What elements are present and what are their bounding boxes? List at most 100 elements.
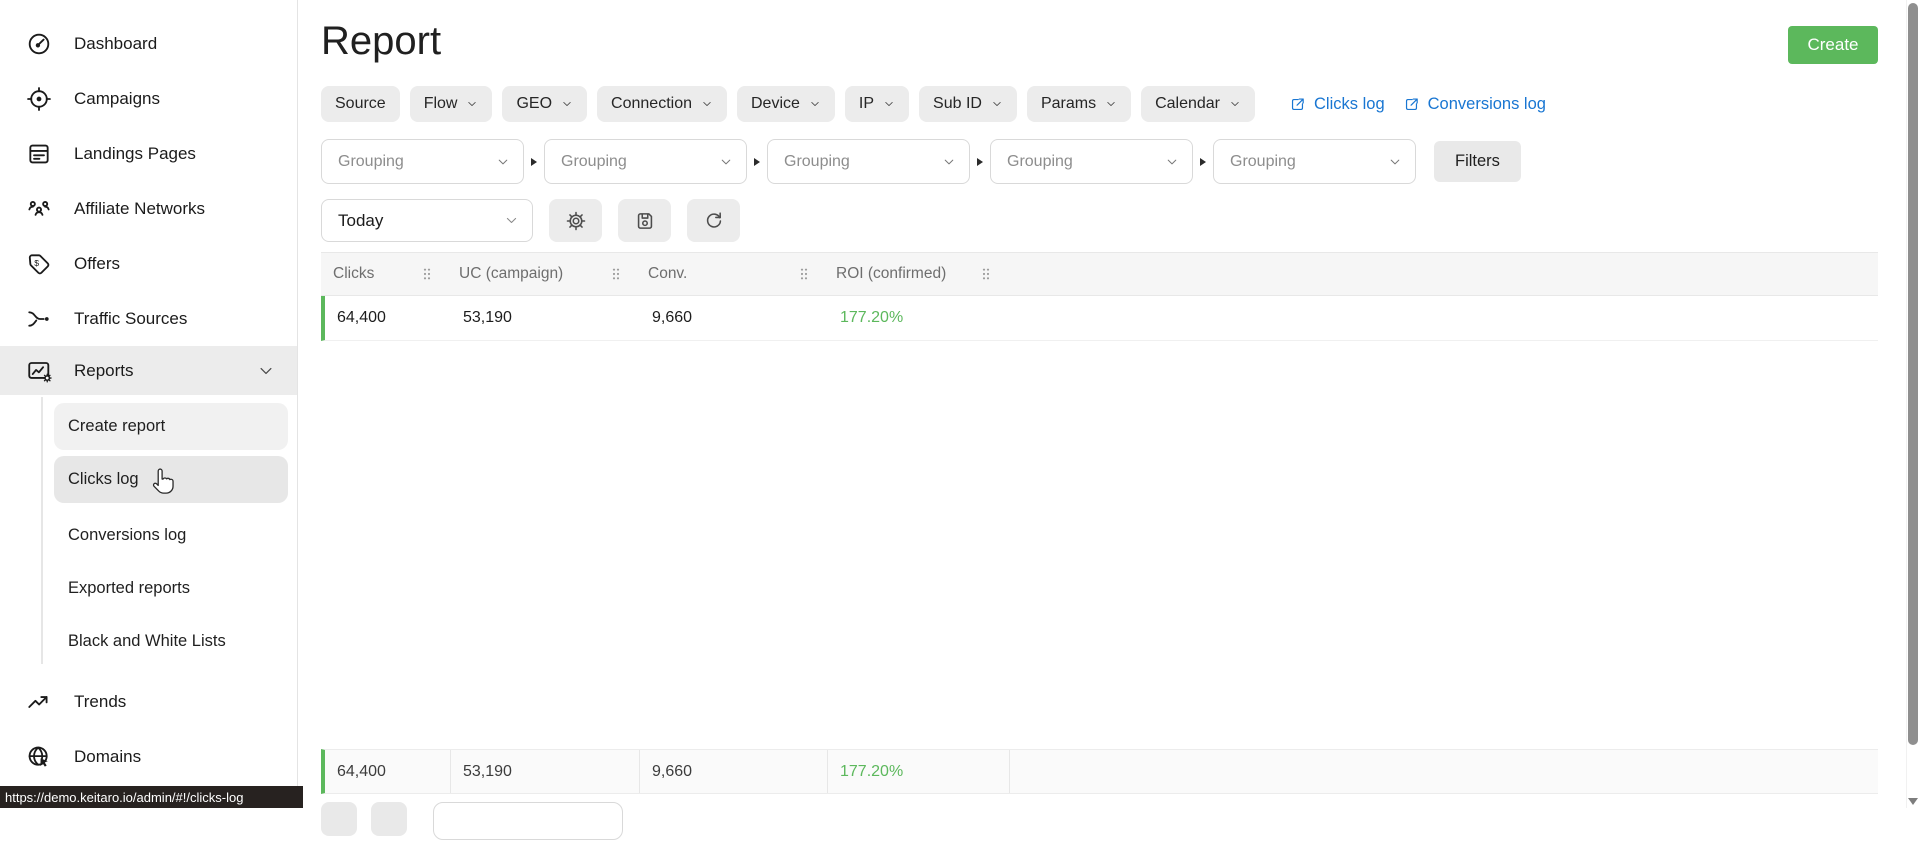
chevron-down-icon — [991, 98, 1003, 110]
sidebar-item-label: Reports — [74, 360, 134, 380]
traffic-sources-icon — [26, 306, 52, 332]
create-button[interactable]: Create — [1788, 26, 1878, 64]
caret-right-icon — [754, 157, 760, 166]
filter-chip-label: Flow — [423, 95, 458, 112]
table-totals-row: 64,400 53,190 9,660 177.20% — [321, 749, 1878, 794]
pagination-prev-button[interactable] — [371, 802, 407, 836]
sidebar-item-traffic-sources[interactable]: Traffic Sources — [0, 291, 297, 346]
sidebar-item-domains[interactable]: Domains — [0, 729, 297, 784]
drag-handle-icon[interactable] — [608, 266, 624, 282]
grouping-select-1[interactable]: Grouping — [321, 139, 524, 184]
scrollbar[interactable] — [1906, 0, 1918, 808]
gear-button[interactable] — [549, 199, 602, 242]
drag-handle-icon[interactable] — [978, 266, 994, 282]
column-header-roi-confirmed[interactable]: ROI (confirmed) — [824, 253, 1006, 295]
row-cell-uc-campaign: 53,190 — [463, 309, 512, 326]
page-title: Report — [321, 19, 442, 63]
filter-chip-sub-id[interactable]: Sub ID — [919, 86, 1017, 122]
table-empty-area — [321, 341, 1878, 749]
sidebar-subitem-black-and-white-lists[interactable]: Black and White Lists — [0, 615, 297, 668]
pagination-first-button[interactable] — [321, 802, 357, 836]
filter-chip-ip[interactable]: IP — [844, 86, 910, 122]
filter-chips-row: Source Flow GEO Connection Device IP Sub ID Par… — [321, 86, 1878, 122]
chevron-down-icon — [719, 155, 733, 169]
grouping-placeholder: Grouping — [1007, 152, 1073, 170]
save-button[interactable] — [618, 199, 671, 242]
sidebar-item-label: Trends — [74, 691, 127, 711]
sidebar-item-reports[interactable]: Reports — [0, 346, 297, 395]
sidebar-item-offers[interactable]: $ Offers — [0, 236, 297, 291]
filter-chip-label: Calendar — [1155, 95, 1221, 112]
date-range-select[interactable]: Today — [321, 199, 533, 242]
sidebar-item-label: Offers — [74, 253, 120, 273]
table-row: 64,400 53,190 9,660 177.20% — [321, 296, 1878, 341]
filter-chip-device[interactable]: Device — [737, 86, 835, 122]
column-header-conv[interactable]: Conv. — [636, 253, 824, 295]
column-header-uc-campaign[interactable]: UC (campaign) — [447, 253, 636, 295]
filters-button[interactable]: Filters — [1434, 141, 1521, 182]
grouping-placeholder: Grouping — [1230, 152, 1296, 170]
filter-chip-source[interactable]: Source — [321, 86, 400, 122]
scrollbar-thumb[interactable] — [1908, 3, 1918, 745]
dashboard-icon — [26, 31, 52, 57]
drag-handle-icon[interactable] — [796, 266, 812, 282]
refresh-button[interactable] — [687, 199, 740, 242]
filter-chip-calendar[interactable]: Calendar — [1141, 86, 1256, 122]
sidebar-item-affiliate-networks[interactable]: Affiliate Networks — [0, 181, 297, 236]
caret-right-icon — [977, 157, 983, 166]
totals-cell-conv: 9,660 — [640, 750, 828, 793]
grouping-select-5[interactable]: Grouping — [1213, 139, 1416, 184]
grouping-placeholder: Grouping — [784, 152, 850, 170]
caret-right-icon — [1200, 157, 1206, 166]
grouping-select-2[interactable]: Grouping — [544, 139, 747, 184]
filter-chip-params[interactable]: Params — [1026, 86, 1132, 122]
drag-handle-icon[interactable] — [419, 266, 435, 282]
toolbar-row: Today — [321, 199, 1878, 242]
sidebar-subitem-label: Black and White Lists — [68, 632, 226, 650]
external-link-icon — [1403, 96, 1420, 113]
link-label: Conversions log — [1427, 94, 1546, 113]
sidebar-item-label: Traffic Sources — [74, 308, 188, 328]
scrollbar-down-arrow-icon[interactable] — [1908, 798, 1918, 805]
sidebar-item-label: Affiliate Networks — [74, 198, 206, 218]
sidebar-item-trends[interactable]: Trends — [0, 674, 297, 729]
sidebar-item-label: Domains — [74, 746, 142, 766]
caret-right-icon — [531, 157, 537, 166]
sidebar-subitem-create-report[interactable]: Create report — [54, 403, 288, 450]
sidebar-subitem-conversions-log[interactable]: Conversions log — [0, 509, 297, 562]
sidebar-item-campaigns[interactable]: Campaigns — [0, 71, 297, 126]
chevron-down-icon — [257, 362, 275, 380]
chevron-down-icon — [883, 98, 895, 110]
grouping-row: Grouping Grouping Grouping Grouping Grouping… — [321, 139, 1878, 184]
filter-chip-label: Connection — [611, 95, 692, 112]
grouping-select-3[interactable]: Grouping — [767, 139, 970, 184]
svg-text:$: $ — [34, 258, 39, 268]
sidebar-subitem-clicks-log[interactable]: Clicks log — [54, 456, 288, 503]
filter-chip-label: Params — [1040, 95, 1097, 112]
column-header-label: Conv. — [648, 265, 688, 282]
sidebar-item-landing-pages[interactable]: Landings Pages — [0, 126, 297, 181]
column-header-label: Clicks — [333, 265, 375, 282]
filter-chip-connection[interactable]: Connection — [597, 86, 727, 122]
grouping-select-4[interactable]: Grouping — [990, 139, 1193, 184]
chevron-down-icon — [466, 98, 478, 110]
sidebar-item-dashboard[interactable]: Dashboard — [0, 16, 297, 71]
save-icon — [634, 210, 656, 232]
trends-icon — [26, 689, 52, 715]
column-header-label: ROI (confirmed) — [836, 265, 947, 282]
sidebar: Dashboard Campaigns Landings Pages Affiliat… — [0, 0, 298, 808]
gear-icon — [565, 210, 587, 232]
sidebar-nav: Dashboard Campaigns Landings Pages Affiliat… — [0, 16, 297, 784]
chevron-down-icon — [504, 213, 519, 228]
campaigns-icon — [26, 86, 52, 112]
column-header-clicks[interactable]: Clicks — [321, 253, 447, 295]
status-url-tooltip: https://demo.keitaro.io/admin/#!/clicks-… — [0, 786, 303, 808]
link-clicks-log[interactable]: Clicks log — [1289, 95, 1385, 114]
filter-chip-flow[interactable]: Flow — [409, 86, 493, 122]
sidebar-subitem-exported-reports[interactable]: Exported reports — [0, 562, 297, 615]
affiliate-networks-icon — [26, 196, 52, 222]
filter-chip-label: Source — [335, 95, 386, 112]
link-conversions-log[interactable]: Conversions log — [1403, 95, 1546, 114]
filter-chip-geo[interactable]: GEO — [502, 86, 588, 122]
reports-submenu: Create report Clicks log Conversions log Ex… — [0, 395, 297, 674]
